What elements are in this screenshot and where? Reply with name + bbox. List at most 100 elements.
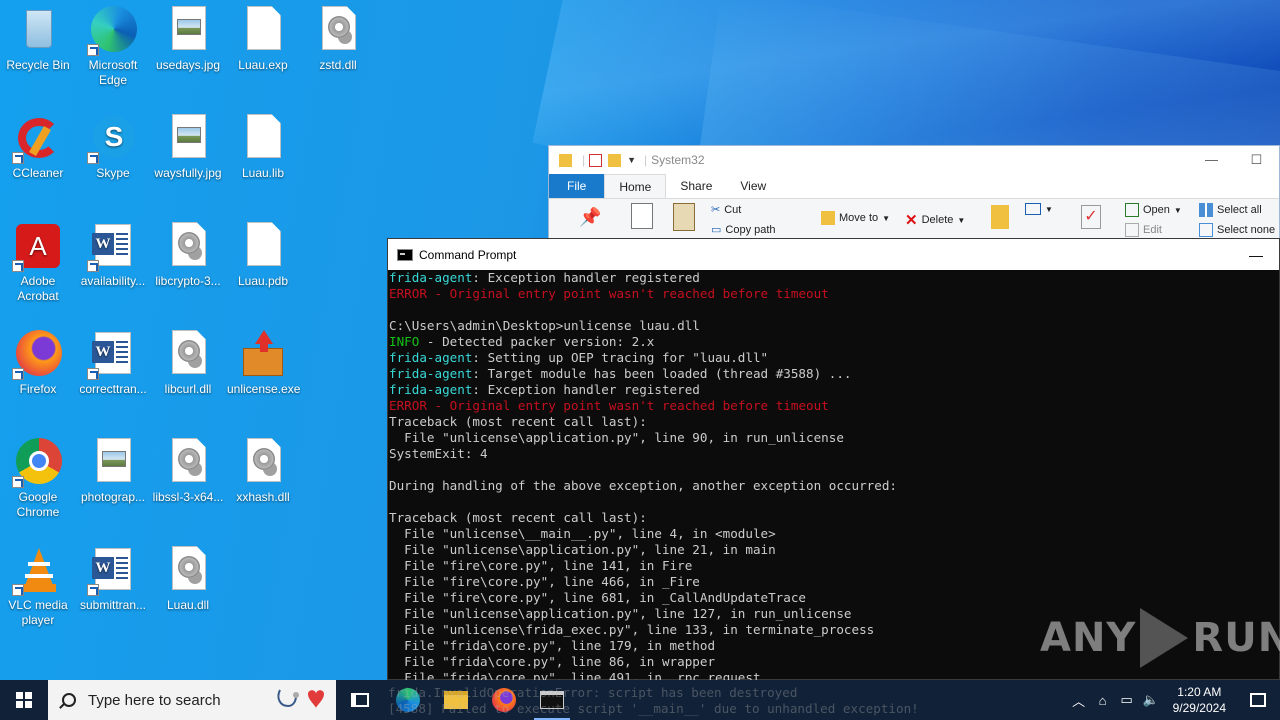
tab-share[interactable]: Share xyxy=(666,174,726,198)
console-line: Traceback (most recent call last): xyxy=(389,510,1278,526)
desktop-icon-recycle-bin[interactable]: Recycle Bin xyxy=(0,0,76,73)
edit-button[interactable]: Edit xyxy=(1125,223,1162,237)
desktop-icon-correcttran[interactable]: Wcorrecttran... xyxy=(75,324,151,397)
cut-button[interactable]: ✂ Cut xyxy=(711,203,742,217)
console-line: During handling of the above exception, … xyxy=(389,478,1278,494)
new-item-button[interactable]: ▼ xyxy=(1025,203,1053,215)
console-line-prefix: frida-agent xyxy=(389,366,473,381)
copy-path-label: Copy path xyxy=(725,223,776,236)
select-none-button[interactable]: Select none xyxy=(1199,223,1275,237)
console-line: frida-agent: Exception handler registere… xyxy=(389,270,1278,286)
desktop-icon-xxhash-dll[interactable]: xxhash.dll xyxy=(225,432,301,505)
copy-path-button[interactable]: ▭ Copy path xyxy=(711,223,776,237)
dll-file-icon xyxy=(164,438,212,486)
desktop-icon-waysfully-jpg[interactable]: waysfully.jpg xyxy=(150,108,226,181)
taskbar-firefox-button[interactable] xyxy=(480,680,528,720)
console-line-prefix: frida-agent xyxy=(389,350,473,365)
desktop-icon-firefox[interactable]: Firefox xyxy=(0,324,76,397)
desktop-icon-submittran[interactable]: Wsubmittran... xyxy=(75,540,151,613)
taskbar-cmd-button[interactable] xyxy=(528,680,576,720)
desktop-icon-zstd-dll[interactable]: zstd.dll xyxy=(300,0,376,73)
cmd-title-bar[interactable]: Command Prompt — xyxy=(388,239,1279,270)
select-all-button[interactable]: Select all xyxy=(1199,203,1262,217)
dll-file-icon xyxy=(239,438,287,486)
move-to-button[interactable]: Move to ▼ xyxy=(821,211,890,225)
paste-icon xyxy=(673,203,695,231)
taskbar-file-explorer-button[interactable] xyxy=(432,680,480,720)
dll-file-icon xyxy=(164,546,212,594)
chevron-down-icon: ▼ xyxy=(882,213,891,223)
console-line-text: File "fire\core.py", line 466, in _Fire xyxy=(389,574,700,589)
console-line: frida-agent: Target module has been load… xyxy=(389,366,1278,382)
delete-button[interactable]: ✕ Delete ▼ xyxy=(905,211,965,229)
properties-icon[interactable] xyxy=(589,153,603,167)
console-line: File "fire\core.py", line 141, in Fire xyxy=(389,558,1278,574)
desktop-icon-usedays-jpg[interactable]: usedays.jpg xyxy=(150,0,226,73)
explorer-maximize-button[interactable]: ☐ xyxy=(1234,152,1279,168)
desktop-icon-luau-exp[interactable]: Luau.exp xyxy=(225,0,301,73)
desktop-icon-photograp[interactable]: photograp... xyxy=(75,432,151,505)
copy-button[interactable] xyxy=(631,203,653,229)
taskbar-edge-button[interactable] xyxy=(384,680,432,720)
desktop-icon-luau-lib[interactable]: Luau.lib xyxy=(225,108,301,181)
properties-button[interactable]: ✓ xyxy=(1081,205,1101,229)
scissors-icon: ✂ xyxy=(711,204,721,216)
acrobat-icon: A xyxy=(12,222,62,272)
desktop-icon-libcrypto-3[interactable]: libcrypto-3... xyxy=(150,216,226,289)
desktop-icon-label: correcttran... xyxy=(79,382,147,396)
desktop-icon-label: Skype xyxy=(96,166,130,180)
clock[interactable]: 1:20 AM 9/29/2024 xyxy=(1163,684,1236,716)
blank-file-icon xyxy=(239,222,287,270)
new-folder-button[interactable] xyxy=(991,205,1009,229)
select-none-icon xyxy=(1199,223,1213,237)
console-line: File "fire\core.py", line 466, in _Fire xyxy=(389,574,1278,590)
network-status-icon[interactable]: ⌂ xyxy=(1091,693,1115,708)
open-button[interactable]: Open ▼ xyxy=(1125,203,1182,217)
chevron-up-icon[interactable]: ︿ xyxy=(1067,691,1091,710)
desktop-icon-luau-dll[interactable]: Luau.dll xyxy=(150,540,226,613)
desktop-icon-luau-pdb[interactable]: Luau.pdb xyxy=(225,216,301,289)
console-line: ERROR - Original entry point wasn't reac… xyxy=(389,398,1278,414)
network-icon[interactable]: ▭ xyxy=(1115,692,1139,708)
notifications-button[interactable] xyxy=(1236,693,1280,707)
volume-icon[interactable]: 🔈 xyxy=(1139,692,1163,708)
tab-view[interactable]: View xyxy=(726,174,780,198)
cmd-minimize-button[interactable]: — xyxy=(1233,247,1279,263)
skype-icon: S xyxy=(87,114,137,164)
desktop-icon-libcurl-dll[interactable]: libcurl.dll xyxy=(150,324,226,397)
start-button[interactable] xyxy=(0,680,48,720)
desktop-icon-microsoft-edge[interactable]: Microsoft Edge xyxy=(75,0,151,88)
watermark-any: ANY xyxy=(1040,615,1137,661)
folder-icon xyxy=(559,153,572,167)
paste-button[interactable] xyxy=(673,203,695,231)
explorer-minimize-button[interactable]: — xyxy=(1189,152,1234,168)
task-view-button[interactable] xyxy=(336,680,384,720)
tab-file[interactable]: File xyxy=(549,174,605,198)
desktop-icon-skype[interactable]: S Skype xyxy=(75,108,151,181)
copy-path-icon: ▭ xyxy=(711,224,722,236)
edit-icon xyxy=(1125,223,1139,237)
desktop-icon-ccleaner[interactable]: CCleaner xyxy=(0,108,76,181)
tab-home[interactable]: Home xyxy=(604,174,667,198)
console-line-text: File "frida\core.py", line 179, in metho… xyxy=(389,638,716,653)
desktop-icon-unlicense-exe[interactable]: unlicense.exe xyxy=(225,324,301,397)
pin-to-quick-access-button[interactable]: 📌 xyxy=(579,207,601,228)
desktop-icon-libssl-3-x64[interactable]: libssl-3-x64... xyxy=(150,432,226,505)
desktop-icon-label: libcrypto-3... xyxy=(155,274,221,288)
quick-access-dropdown-icon[interactable]: ▼ xyxy=(627,155,636,165)
desktop-icon-google-chrome[interactable]: Google Chrome xyxy=(0,432,76,520)
desktop-icon-adobe-acrobat[interactable]: A Adobe Acrobat xyxy=(0,216,76,304)
console-line-prefix: ERROR xyxy=(389,286,427,301)
console-line-text: File "frida\core.py", line 491, in _rpc_… xyxy=(389,670,761,680)
clock-date: 9/29/2024 xyxy=(1172,701,1226,715)
word-doc-icon: W xyxy=(87,546,137,596)
desktop-icon-label: CCleaner xyxy=(12,166,64,180)
desktop-icon-availability[interactable]: Wavailability... xyxy=(75,216,151,289)
new-folder-icon[interactable] xyxy=(608,153,622,167)
copy-icon xyxy=(631,203,653,229)
taskbar-search-box[interactable]: Type here to search xyxy=(48,680,336,720)
chevron-down-icon: ▼ xyxy=(1173,205,1182,215)
cut-label: Cut xyxy=(724,203,742,216)
explorer-title-bar[interactable]: | ▼ | System32 — ☐ xyxy=(549,146,1279,174)
desktop-icon-vlc-media-player[interactable]: VLC media player xyxy=(0,540,76,628)
